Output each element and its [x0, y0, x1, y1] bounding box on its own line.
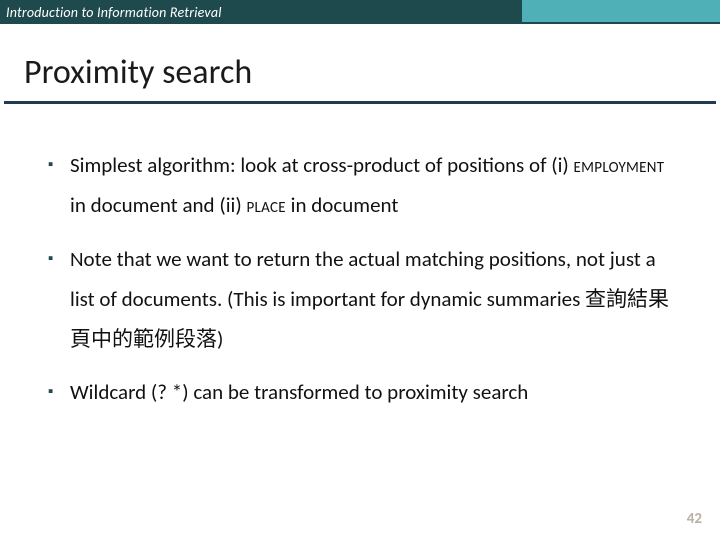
- list-item: Simplest algorithm: look at cross-produc…: [48, 146, 680, 226]
- page-number: 42: [687, 510, 702, 528]
- slide: Introduction to Information Retrieval Pr…: [0, 0, 720, 540]
- course-title: Introduction to Information Retrieval: [0, 4, 222, 21]
- page-title: Proximity search: [0, 24, 720, 101]
- term-employment: EMPLOYMENT: [574, 152, 665, 178]
- bullet-list: Simplest algorithm: look at cross-produc…: [48, 146, 680, 413]
- header-accent: [522, 0, 720, 22]
- bullet-text: Simplest algorithm: look at cross-produc…: [70, 152, 574, 178]
- bullet-text: Note that we want to return the actual m…: [70, 246, 669, 352]
- bullet-text: in document: [286, 192, 398, 218]
- term-place: PLACE: [246, 192, 285, 218]
- bullet-text: in document and (ii): [70, 192, 246, 218]
- list-item: Wildcard (? *) can be transformed to pro…: [48, 373, 680, 413]
- bullet-text: Wildcard (? *) can be transformed to pro…: [70, 379, 528, 405]
- list-item: Note that we want to return the actual m…: [48, 240, 680, 360]
- content-area: Simplest algorithm: look at cross-produc…: [0, 104, 720, 413]
